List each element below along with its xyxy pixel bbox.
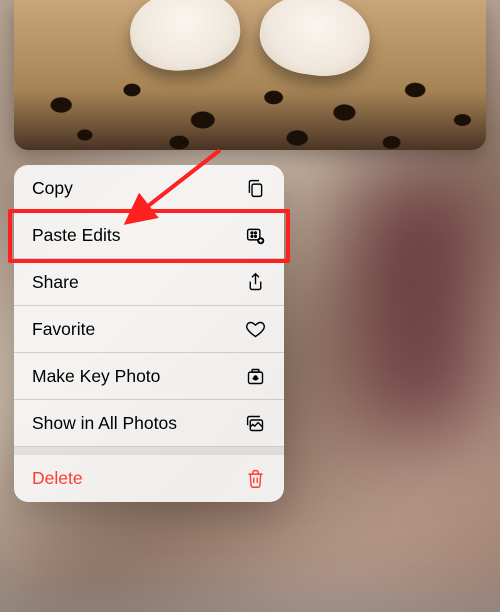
share-icon (244, 271, 266, 293)
menu-divider (14, 447, 284, 455)
menu-item-share[interactable]: Share (14, 259, 284, 306)
blurred-background-spot (360, 180, 480, 430)
context-menu: Copy Paste Edits Share Favorite Make Key… (14, 165, 284, 502)
menu-item-delete[interactable]: Delete (14, 455, 284, 502)
menu-item-label: Show in All Photos (32, 413, 177, 434)
menu-item-label: Delete (32, 468, 83, 489)
photo-thumbnail[interactable] (14, 0, 486, 150)
copy-icon (244, 177, 266, 199)
heart-icon (244, 318, 266, 340)
menu-item-label: Copy (32, 178, 73, 199)
menu-item-label: Paste Edits (32, 225, 121, 246)
key-photo-icon (244, 365, 266, 387)
menu-item-paste-edits[interactable]: Paste Edits (14, 212, 284, 259)
photo-subject (120, 0, 380, 80)
trash-icon (244, 468, 266, 490)
all-photos-icon (244, 412, 266, 434)
paste-edits-icon (244, 224, 266, 246)
menu-item-copy[interactable]: Copy (14, 165, 284, 212)
menu-item-label: Favorite (32, 319, 95, 340)
menu-item-label: Make Key Photo (32, 366, 160, 387)
menu-item-favorite[interactable]: Favorite (14, 306, 284, 353)
menu-item-label: Share (32, 272, 79, 293)
menu-item-show-in-all-photos[interactable]: Show in All Photos (14, 400, 284, 447)
menu-item-make-key-photo[interactable]: Make Key Photo (14, 353, 284, 400)
